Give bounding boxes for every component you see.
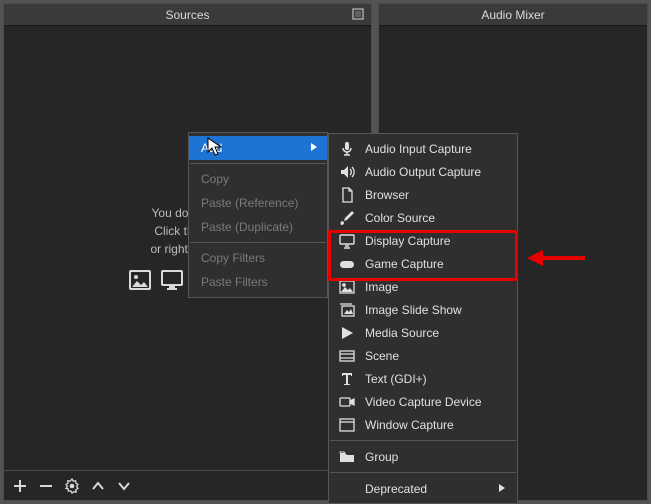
mic-icon xyxy=(339,141,355,157)
undock-icon[interactable] xyxy=(351,7,365,21)
video-icon xyxy=(339,394,355,410)
sources-panel-title: Sources xyxy=(165,8,209,22)
slideshow-icon xyxy=(339,302,355,318)
menu-item-label: Paste (Reference) xyxy=(201,196,298,210)
submenu-item-label: Game Capture xyxy=(365,257,444,271)
submenu-item-image[interactable]: Image xyxy=(329,275,517,298)
play-icon xyxy=(339,325,355,341)
submenu-separator xyxy=(330,440,516,441)
submenu-separator xyxy=(330,472,516,473)
add-submenu: Audio Input Capture Audio Output Capture… xyxy=(328,133,518,504)
menu-item-label: Copy Filters xyxy=(201,251,265,265)
submenu-item-game-capture[interactable]: Game Capture xyxy=(329,252,517,275)
sources-panel-footer xyxy=(4,470,371,500)
menu-item-label: Paste Filters xyxy=(201,275,268,289)
move-down-button[interactable] xyxy=(116,478,132,494)
submenu-item-image-slideshow[interactable]: Image Slide Show xyxy=(329,298,517,321)
submenu-item-scene[interactable]: Scene xyxy=(329,344,517,367)
menu-item-copy: Copy xyxy=(189,167,327,191)
submenu-item-label: Window Capture xyxy=(365,418,454,432)
submenu-item-group[interactable]: Group xyxy=(329,445,517,468)
submenu-item-browser[interactable]: Browser xyxy=(329,183,517,206)
submenu-item-color-source[interactable]: Color Source xyxy=(329,206,517,229)
sources-panel-header: Sources xyxy=(4,4,371,26)
display-icon xyxy=(339,233,355,249)
submenu-item-label: Display Capture xyxy=(365,234,450,248)
submenu-item-label: Image Slide Show xyxy=(365,303,462,317)
gamepad-icon xyxy=(339,256,355,272)
audio-mixer-panel-title: Audio Mixer xyxy=(481,8,544,22)
brush-icon xyxy=(339,210,355,226)
submenu-item-label: Color Source xyxy=(365,211,435,225)
submenu-item-label: Scene xyxy=(365,349,399,363)
submenu-item-label: Audio Output Capture xyxy=(365,165,481,179)
menu-item-copy-filters: Copy Filters xyxy=(189,246,327,270)
menu-separator xyxy=(190,163,326,164)
submenu-item-label: Text (GDI+) xyxy=(365,372,427,386)
submenu-item-label: Media Source xyxy=(365,326,439,340)
menu-item-paste-filters: Paste Filters xyxy=(189,270,327,294)
scene-icon xyxy=(339,348,355,364)
submenu-arrow-icon xyxy=(497,483,507,493)
submenu-item-audio-output[interactable]: Audio Output Capture xyxy=(329,160,517,183)
submenu-arrow-icon xyxy=(309,142,319,152)
remove-source-button[interactable] xyxy=(38,478,54,494)
speaker-icon xyxy=(339,164,355,180)
text-icon xyxy=(339,371,355,387)
folder-icon xyxy=(339,449,355,465)
add-source-button[interactable] xyxy=(12,478,28,494)
submenu-item-text-gdi[interactable]: Text (GDI+) xyxy=(329,367,517,390)
submenu-item-audio-input[interactable]: Audio Input Capture xyxy=(329,137,517,160)
submenu-item-label: Audio Input Capture xyxy=(365,142,472,156)
menu-item-paste-dup: Paste (Duplicate) xyxy=(189,215,327,239)
submenu-item-label: Video Capture Device xyxy=(365,395,482,409)
window-icon xyxy=(339,417,355,433)
menu-item-label: Paste (Duplicate) xyxy=(201,220,293,234)
submenu-item-deprecated[interactable]: Deprecated xyxy=(329,477,517,500)
document-icon xyxy=(339,187,355,203)
menu-item-paste-ref: Paste (Reference) xyxy=(189,191,327,215)
submenu-item-label: Group xyxy=(365,450,398,464)
context-menu: Add Copy Paste (Reference) Paste (Duplic… xyxy=(188,132,328,298)
submenu-item-label: Deprecated xyxy=(365,482,427,496)
menu-item-label: Add xyxy=(201,141,222,155)
submenu-item-window-capture[interactable]: Window Capture xyxy=(329,413,517,436)
menu-separator xyxy=(190,242,326,243)
display-icon xyxy=(160,268,184,292)
image-icon xyxy=(339,279,355,295)
source-settings-button[interactable] xyxy=(64,478,80,494)
move-up-button[interactable] xyxy=(90,478,106,494)
submenu-item-media-source[interactable]: Media Source xyxy=(329,321,517,344)
submenu-item-video-capture[interactable]: Video Capture Device xyxy=(329,390,517,413)
image-icon xyxy=(128,268,152,292)
submenu-item-display-capture[interactable]: Display Capture xyxy=(329,229,517,252)
audio-mixer-panel-header: Audio Mixer xyxy=(379,4,647,26)
submenu-item-label: Browser xyxy=(365,188,409,202)
menu-item-label: Copy xyxy=(201,172,229,186)
menu-item-add[interactable]: Add xyxy=(189,136,327,160)
submenu-item-label: Image xyxy=(365,280,398,294)
